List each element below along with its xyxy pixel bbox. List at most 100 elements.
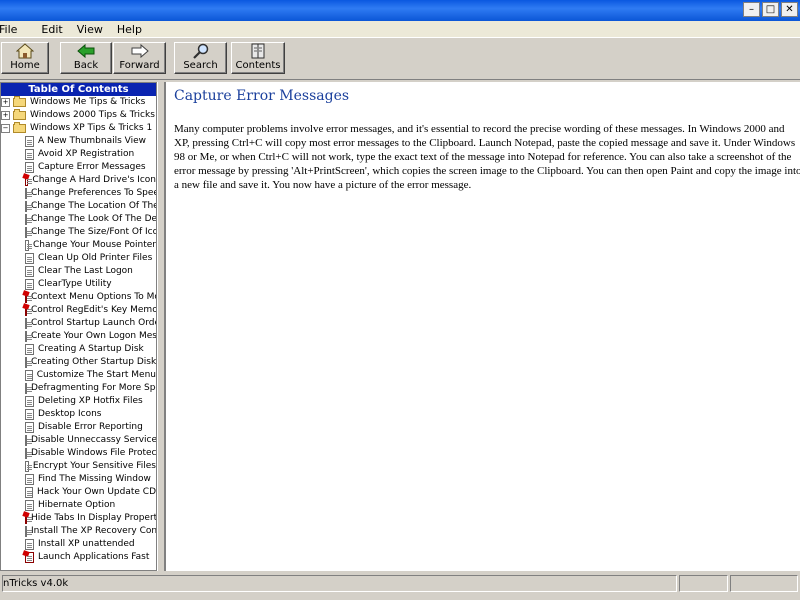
minimize-button[interactable]: –: [743, 2, 760, 17]
toc-item[interactable]: Hibernate Option: [1, 499, 156, 512]
page-icon: [25, 253, 34, 264]
toc-item[interactable]: Disable Windows File Protecti: [1, 447, 156, 460]
toc-item[interactable]: Change A Hard Drive's Icon: [1, 174, 156, 187]
menu-file[interactable]: File: [0, 23, 27, 36]
topic-body: Many computer problems involve error mes…: [174, 123, 800, 191]
page-icon: [25, 240, 32, 251]
search-button[interactable]: Search: [174, 42, 227, 74]
page-icon: [25, 175, 33, 186]
toc-item-label: Change Preferences To Spee: [31, 188, 157, 198]
toc-item-label: Launch Applications Fast: [38, 552, 150, 562]
page-icon: [25, 487, 33, 498]
toc-folder[interactable]: + Windows Me Tips & Tricks: [1, 96, 156, 109]
page-icon: [25, 305, 32, 316]
toc-item[interactable]: Deleting XP Hotfix Files: [1, 395, 156, 408]
toc-item[interactable]: Customize The Start Menu: [1, 369, 156, 382]
collapse-icon[interactable]: −: [1, 124, 10, 133]
toc-item[interactable]: Creating Other Startup Disks: [1, 356, 156, 369]
folder-icon: [13, 96, 26, 107]
toc-item-label: Creating Other Startup Disks: [31, 357, 157, 367]
toc-item-label: Encrypt Your Sensitive Files: [32, 461, 156, 471]
topic-pane: Capture Error Messages Many computer pro…: [164, 82, 800, 571]
page-icon: [25, 370, 33, 381]
toc-item-label: Control Startup Launch Order: [31, 318, 157, 328]
toc-item[interactable]: A New Thumbnails View: [1, 135, 156, 148]
toc-item[interactable]: Creating A Startup Disk: [1, 343, 156, 356]
toc-item[interactable]: Disable Error Reporting: [1, 421, 156, 434]
toc-item-label: Change The Size/Font Of Icor: [31, 227, 157, 237]
toc-item-label: Install The XP Recovery Cons: [31, 526, 157, 536]
toc-item[interactable]: Defragmenting For More Spee: [1, 382, 156, 395]
forward-arrow-icon: [131, 43, 149, 59]
page-icon: [25, 422, 34, 433]
toc-item[interactable]: Avoid XP Registration: [1, 148, 156, 161]
toc-item-label: Hack Your Own Update CD: [36, 487, 156, 497]
toc-folder[interactable]: − Windows XP Tips & Tricks 1: [1, 122, 156, 135]
toc-item[interactable]: Disable Unneccassy Services: [1, 434, 156, 447]
page-icon: [25, 409, 34, 420]
expand-icon[interactable]: +: [1, 98, 10, 107]
page-icon: [25, 266, 34, 277]
window-controls: – □ ✕: [743, 2, 798, 17]
toc-folder-label: Windows Me Tips & Tricks: [30, 97, 146, 107]
toc-item-label: Change The Look Of The Des: [31, 214, 157, 224]
toc-item[interactable]: Create Your Own Logon Mes: [1, 330, 156, 343]
page-icon: [25, 396, 34, 407]
contents-button[interactable]: Contents: [231, 42, 285, 74]
menu-edit[interactable]: Edit: [41, 23, 72, 36]
folder-icon: [13, 122, 26, 133]
toc-item[interactable]: Launch Applications Fast: [1, 551, 156, 564]
toc-item-label: Deleting XP Hotfix Files: [38, 396, 143, 406]
menu-view[interactable]: View: [77, 23, 113, 36]
toc-item-label: Capture Error Messages: [38, 162, 146, 172]
page-icon: [25, 539, 34, 550]
toc-item[interactable]: Change The Location Of The: [1, 200, 156, 213]
toc-item[interactable]: ClearType Utility: [1, 278, 156, 291]
page-icon: [25, 214, 32, 225]
toc-item[interactable]: Clean Up Old Printer Files: [1, 252, 156, 265]
page-icon: [25, 292, 32, 303]
home-button[interactable]: Home: [1, 42, 49, 74]
toc-item-label: Disable Windows File Protecti: [31, 448, 157, 458]
toc-item[interactable]: Control Startup Launch Order: [1, 317, 156, 330]
toc-item[interactable]: Hack Your Own Update CD: [1, 486, 156, 499]
toc-item-label: Hibernate Option: [38, 500, 116, 510]
toc-item[interactable]: Install XP unattended: [1, 538, 156, 551]
toc-item[interactable]: Desktop Icons: [1, 408, 156, 421]
toc-item[interactable]: Control RegEdit's Key Memory: [1, 304, 156, 317]
page-icon: [25, 188, 32, 199]
toc-item[interactable]: Find The Missing Window: [1, 473, 156, 486]
expand-icon[interactable]: +: [1, 111, 10, 120]
toc-header: Table Of Contents: [1, 83, 156, 96]
toc-item[interactable]: Change Your Mouse Pointer: [1, 239, 156, 252]
back-button[interactable]: Back: [60, 42, 112, 74]
toc-item[interactable]: Hide Tabs In Display Propertie: [1, 512, 156, 525]
toc-item-label: Find The Missing Window: [38, 474, 151, 484]
toc-item[interactable]: Change The Size/Font Of Icor: [1, 226, 156, 239]
toc-item-label: Avoid XP Registration: [38, 149, 135, 159]
toc-scrollbar[interactable]: [157, 82, 163, 571]
forward-button[interactable]: Forward: [113, 42, 166, 74]
toc-item[interactable]: Change The Look Of The Des: [1, 213, 156, 226]
page-icon: [25, 149, 34, 160]
home-label: Home: [10, 60, 40, 71]
menu-help[interactable]: Help: [117, 23, 152, 36]
toc-folder[interactable]: + Windows 2000 Tips & Tricks: [1, 109, 156, 122]
toc-item[interactable]: Capture Error Messages: [1, 161, 156, 174]
toc-item[interactable]: Clear The Last Logon: [1, 265, 156, 278]
toc-item[interactable]: Install The XP Recovery Cons: [1, 525, 156, 538]
toc-item-label: Change The Location Of The: [31, 201, 157, 211]
search-icon: [192, 43, 208, 59]
close-button[interactable]: ✕: [781, 2, 798, 17]
toc-item-label: Disable Unneccassy Services: [31, 435, 157, 445]
table-of-contents-pane[interactable]: Table Of Contents + Windows Me Tips & Tri…: [0, 82, 157, 571]
page-icon: [25, 383, 32, 394]
page-icon: [25, 201, 32, 212]
page-icon: [25, 500, 34, 511]
home-icon: [16, 43, 34, 59]
toc-item[interactable]: Change Preferences To Spee: [1, 187, 156, 200]
toc-item[interactable]: Encrypt Your Sensitive Files: [1, 460, 156, 473]
toc-item[interactable]: Context Menu Options To Mov: [1, 291, 156, 304]
maximize-button[interactable]: □: [762, 2, 779, 17]
toc-item-label: Change Your Mouse Pointer: [32, 240, 156, 250]
